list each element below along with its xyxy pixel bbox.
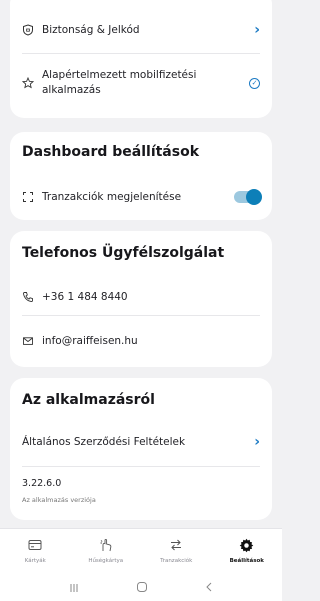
email-item[interactable]: info@raiffeisen.hu [10, 329, 272, 353]
app-version: 3.22.6.0 [22, 478, 62, 489]
transfer-icon [169, 537, 183, 553]
home-icon[interactable] [136, 578, 148, 597]
about-app-card: Az alkalmazásról Általános Szerződési Fe… [10, 378, 272, 520]
default-payment-app-item[interactable]: Alapértelmezett mobilfizetési alkalmazás… [10, 62, 272, 104]
bottom-navigation: Kártyák Hűségkártya Tranzakciók Beállítá… [0, 528, 282, 574]
show-transactions-row: Tranzakciók megjelenítése [10, 186, 272, 208]
divider [22, 53, 260, 54]
phone-support-card: Telefonos Ügyfélszolgálat +36 1 484 8440… [10, 231, 272, 367]
show-transactions-label: Tranzakciók megjelenítése [42, 190, 182, 203]
phone-support-title: Telefonos Ügyfélszolgálat [22, 245, 225, 261]
check-circle-icon: ✓ [249, 77, 260, 89]
nav-cards[interactable]: Kártyák [0, 529, 71, 574]
toggle-knob [246, 189, 262, 205]
recent-apps-icon[interactable] [68, 578, 80, 597]
divider [22, 466, 260, 467]
chevron-right-icon: › [254, 434, 260, 450]
phone-icon [22, 291, 42, 303]
security-card: Biztonság & Jelkód › Alapértelmezett mob… [10, 0, 272, 118]
nav-cards-label: Kártyák [24, 558, 46, 564]
terms-item[interactable]: Általános Szerződési Feltételek › [10, 430, 272, 454]
back-icon[interactable] [204, 578, 214, 597]
mail-icon [22, 335, 42, 347]
divider [22, 315, 260, 316]
nav-settings-label: Beállítások [229, 558, 264, 564]
chevron-right-icon: › [254, 22, 260, 38]
dashboard-settings-card: Dashboard beállítások Tranzakciók megjel… [10, 132, 272, 220]
loyalty-icon [99, 537, 113, 553]
phone-number-text: +36 1 484 8440 [42, 290, 128, 303]
security-passcode-item[interactable]: Biztonság & Jelkód › [10, 18, 272, 42]
show-transactions-toggle[interactable] [234, 189, 262, 205]
about-app-title: Az alkalmazásról [22, 392, 155, 408]
terms-label: Általános Szerződési Feltételek [22, 435, 186, 448]
star-icon [22, 77, 42, 89]
card-icon [28, 537, 42, 553]
system-navigation-bar [0, 574, 282, 601]
nav-transactions-label: Tranzakciók [160, 558, 193, 564]
email-text: info@raiffeisen.hu [42, 334, 138, 347]
nav-transactions[interactable]: Tranzakciók [141, 529, 212, 574]
phone-number-item[interactable]: +36 1 484 8440 [10, 285, 272, 309]
security-passcode-label: Biztonság & Jelkód [42, 23, 140, 36]
default-payment-app-label: Alapértelmezett mobilfizetési alkalmazás [42, 69, 197, 96]
nav-settings[interactable]: Beállítások [212, 529, 283, 574]
nav-loyalty[interactable]: Hűségkártya [71, 529, 142, 574]
app-version-caption: Az alkalmazás verziója [22, 496, 96, 504]
dashboard-settings-title: Dashboard beállítások [22, 144, 200, 160]
dashboard-icon [22, 191, 42, 203]
shield-icon [22, 24, 42, 36]
gear-icon [239, 537, 254, 553]
nav-loyalty-label: Hűségkártya [88, 558, 124, 564]
